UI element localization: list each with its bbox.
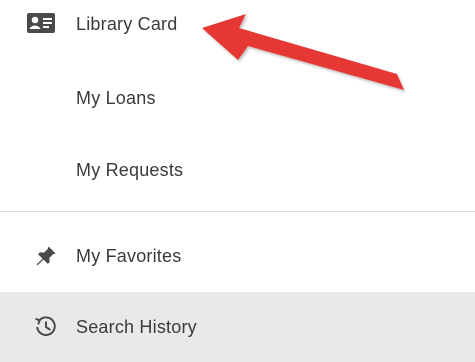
menu-item-label: My Favorites bbox=[76, 245, 182, 266]
menu-divider bbox=[0, 211, 475, 212]
account-menu: Library Card My Loans My Requests My Fav… bbox=[0, 0, 475, 362]
menu-item-my-requests[interactable]: My Requests bbox=[0, 152, 475, 188]
history-icon bbox=[35, 316, 56, 336]
menu-item-label: My Loans bbox=[76, 87, 156, 108]
menu-item-library-card[interactable]: Library Card bbox=[0, 6, 475, 42]
menu-item-label: Search History bbox=[76, 316, 197, 337]
menu-item-label: Library Card bbox=[76, 13, 178, 34]
menu-item-my-loans[interactable]: My Loans bbox=[0, 80, 475, 116]
menu-item-label: My Requests bbox=[76, 159, 184, 180]
pushpin-icon bbox=[36, 246, 56, 266]
menu-item-search-history[interactable]: Search History bbox=[0, 292, 475, 362]
id-card-icon bbox=[27, 13, 55, 33]
menu-item-my-favorites[interactable]: My Favorites bbox=[0, 237, 475, 275]
